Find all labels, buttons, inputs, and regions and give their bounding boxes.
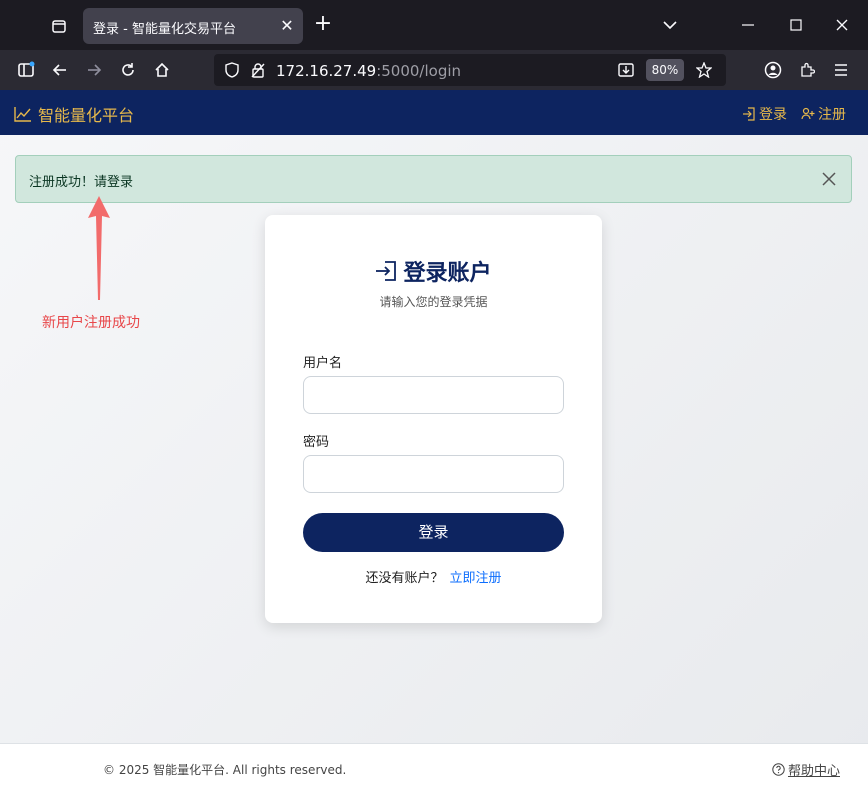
tab-title: 登录 - 智能量化交易平台 [93, 22, 236, 37]
nav-register-label: 注册 [818, 107, 846, 123]
url-host: 172.16.27.49 [276, 62, 377, 80]
user-plus-icon [801, 107, 815, 120]
login-title-text: 登录账户 [403, 261, 492, 286]
login-title: 登录账户 [265, 255, 602, 287]
no-account-text: 还没有账户？ [365, 571, 444, 586]
site-footer: © 2025 智能量化平台. All rights reserved. 帮助中心 [0, 743, 868, 792]
chart-line-icon [14, 107, 31, 122]
sidebar-icon[interactable] [12, 56, 40, 84]
tab-close-icon[interactable]: ✕ [277, 16, 297, 36]
success-alert: 注册成功！请登录 [15, 155, 852, 203]
nav-login-label: 登录 [759, 107, 787, 123]
reload-icon[interactable] [114, 56, 142, 84]
annotation-label: 新用户注册成功 [42, 315, 140, 331]
username-label: 用户名 [303, 356, 343, 371]
login-subtitle: 请输入您的登录凭据 [379, 295, 488, 309]
browser-tab-active[interactable]: 登录 - 智能量化交易平台 ✕ [83, 8, 303, 44]
register-prompt: 还没有账户？ 立即注册 [265, 567, 602, 586]
home-icon[interactable] [148, 56, 176, 84]
login-icon [376, 261, 397, 281]
help-center-label: 帮助中心 [787, 764, 840, 779]
download-page-icon[interactable] [612, 56, 640, 84]
help-center-link[interactable]: 帮助中心 [772, 760, 840, 779]
new-tab-button[interactable]: + [310, 12, 336, 38]
chevron-down-icon[interactable] [656, 12, 684, 38]
password-input[interactable] [303, 455, 564, 493]
bookmark-star-icon[interactable] [690, 56, 718, 84]
menu-icon[interactable] [827, 56, 855, 84]
register-link[interactable]: 立即注册 [450, 571, 502, 586]
copyright-text: © 2025 智能量化平台. All rights reserved. [103, 763, 347, 777]
login-button[interactable]: 登录 [303, 513, 564, 552]
nav-register-link[interactable]: 注册 [801, 104, 846, 124]
zoom-level-badge[interactable]: 80% [646, 59, 684, 81]
account-icon[interactable] [759, 56, 787, 84]
extensions-icon[interactable] [793, 56, 821, 84]
browser-nav-bar: 172.16.27.49:5000/login 80% [0, 50, 868, 90]
maximize-icon[interactable] [776, 10, 816, 40]
login-icon [743, 107, 755, 121]
tab-list-icon[interactable] [44, 11, 74, 41]
minimize-icon[interactable] [728, 10, 768, 40]
question-circle-icon [772, 763, 785, 776]
site-navbar: 智能量化平台 登录 注册 [0, 90, 868, 135]
annotation-arrow-icon [88, 196, 110, 300]
url-bar[interactable]: 172.16.27.49:5000/login 80% [214, 54, 726, 86]
nav-login-link[interactable]: 登录 [742, 104, 787, 124]
page-content: 智能量化平台 登录 注册 注册成功！请登录 新用户注册成功 登录账户 请输入您的… [0, 90, 868, 792]
url-text[interactable]: 172.16.27.49:5000/login [276, 62, 461, 80]
username-input[interactable] [303, 376, 564, 414]
url-path: :5000/login [376, 62, 462, 80]
alert-message: 注册成功！请登录 [29, 175, 134, 190]
alert-close-icon[interactable] [819, 169, 839, 189]
password-label: 密码 [303, 435, 330, 450]
window-close-icon[interactable] [822, 10, 862, 40]
insecure-lock-icon[interactable] [244, 56, 272, 84]
forward-arrow-icon[interactable] [80, 56, 108, 84]
back-arrow-icon[interactable] [46, 56, 74, 84]
browser-tab-bar: 登录 - 智能量化交易平台 ✕ + [0, 0, 868, 50]
brand-link[interactable]: 智能量化平台 [14, 102, 134, 126]
site-nav-links: 登录 注册 [742, 104, 846, 124]
shield-icon[interactable] [218, 56, 246, 84]
login-card: 登录账户 请输入您的登录凭据 用户名 密码 登录 还没有账户？ 立即注册 [265, 215, 602, 623]
brand-name: 智能量化平台 [38, 106, 135, 125]
